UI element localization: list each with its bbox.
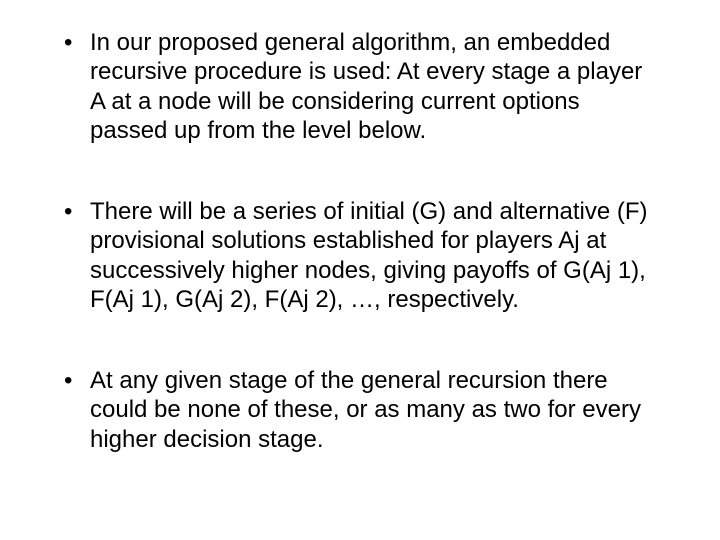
list-item: At any given stage of the general recurs… <box>60 366 660 454</box>
bullet-list: In our proposed general algorithm, an em… <box>60 28 660 454</box>
list-item: There will be a series of initial (G) an… <box>60 197 660 314</box>
slide: In our proposed general algorithm, an em… <box>0 0 720 540</box>
list-item: In our proposed general algorithm, an em… <box>60 28 660 145</box>
